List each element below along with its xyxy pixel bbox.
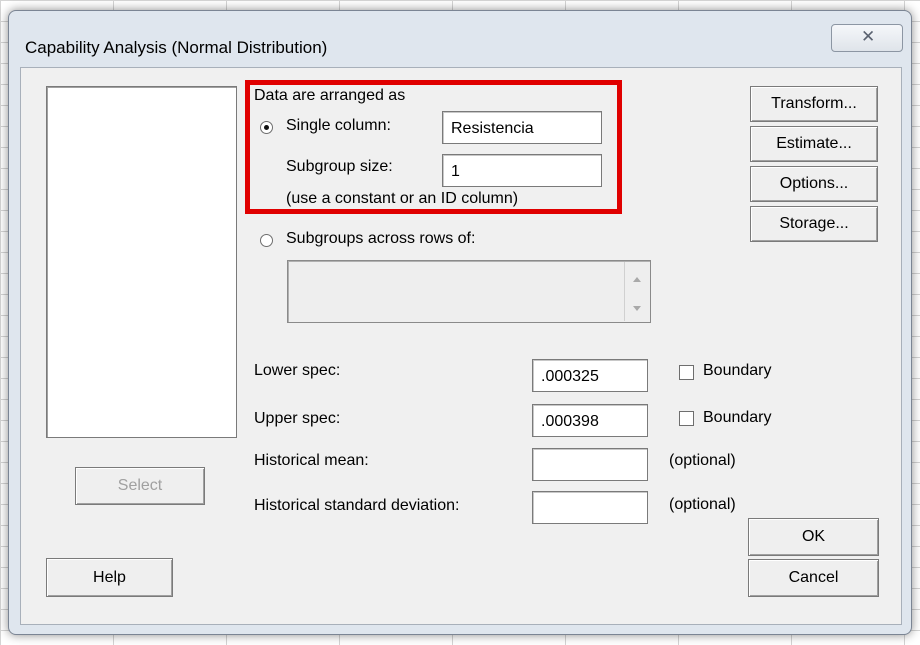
subgroups-across-radio[interactable] xyxy=(260,234,273,247)
options-button[interactable]: Options... xyxy=(750,166,878,202)
historical-sd-optional: (optional) xyxy=(669,496,736,513)
historical-mean-field[interactable] xyxy=(532,448,648,481)
historical-sd-field[interactable] xyxy=(532,491,648,524)
help-button-label: Help xyxy=(93,568,126,586)
ok-button[interactable]: OK xyxy=(748,518,879,556)
help-button[interactable]: Help xyxy=(46,558,173,597)
lower-spec-field[interactable]: .000325 xyxy=(532,359,648,392)
historical-sd-label: Historical standard deviation: xyxy=(254,497,460,514)
ok-button-label: OK xyxy=(801,528,826,545)
variables-list[interactable] xyxy=(46,86,237,438)
cancel-button[interactable]: Cancel xyxy=(748,559,879,597)
storage-button-label: Storage... xyxy=(779,215,849,232)
title-bar[interactable]: Capability Analysis (Normal Distribution… xyxy=(9,11,911,61)
subgroups-across-label: Subgroups across rows of: xyxy=(286,230,476,247)
subgroups-scrollbar[interactable] xyxy=(624,262,649,321)
close-button[interactable]: ✕ xyxy=(831,24,903,52)
highlight-box xyxy=(245,80,622,214)
cancel-button-label: Cancel xyxy=(788,569,839,586)
upper-spec-label: Upper spec: xyxy=(254,410,341,427)
select-button[interactable]: Select xyxy=(75,467,205,505)
scroll-down-icon[interactable] xyxy=(633,306,641,311)
scroll-up-icon[interactable] xyxy=(633,277,641,282)
select-button-label: Select xyxy=(117,477,163,494)
historical-mean-label: Historical mean: xyxy=(254,452,369,469)
transform-button-label: Transform... xyxy=(771,95,857,112)
options-button-label: Options... xyxy=(779,175,849,192)
upper-spec-field[interactable]: .000398 xyxy=(532,404,648,437)
subgroups-across-field[interactable] xyxy=(287,260,651,323)
dialog-title: Capability Analysis (Normal Distribution… xyxy=(25,38,328,57)
upper-boundary-checkbox[interactable] xyxy=(679,411,694,426)
estimate-button[interactable]: Estimate... xyxy=(750,126,878,162)
lower-boundary-checkbox[interactable] xyxy=(679,365,694,380)
transform-button[interactable]: Transform... xyxy=(750,86,878,122)
historical-mean-optional: (optional) xyxy=(669,452,736,469)
estimate-button-label: Estimate... xyxy=(776,135,852,152)
upper-boundary-label: Boundary xyxy=(703,409,772,426)
lower-boundary-label: Boundary xyxy=(703,362,772,379)
close-icon: ✕ xyxy=(861,27,876,46)
storage-button[interactable]: Storage... xyxy=(750,206,878,242)
lower-spec-label: Lower spec: xyxy=(254,362,341,379)
